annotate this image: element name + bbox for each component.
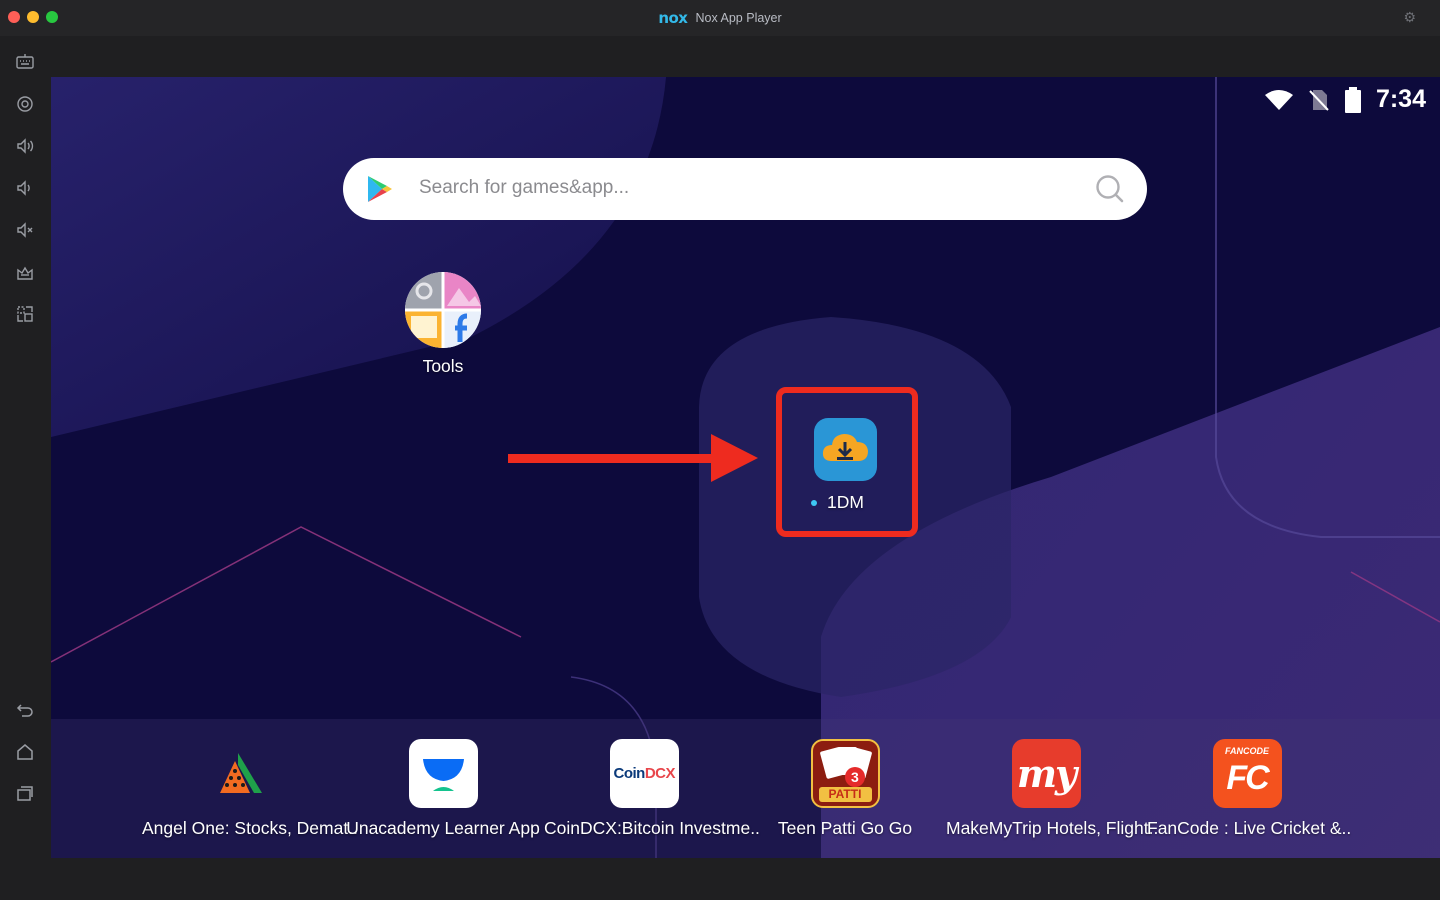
- coindcx-icon: CoinDCX: [609, 739, 679, 808]
- fancode-icon: FANCODE FC: [1212, 739, 1282, 808]
- tools-label: Tools: [422, 356, 464, 376]
- angel-one-icon: [208, 739, 277, 808]
- home-icon[interactable]: [13, 740, 37, 764]
- teen-patti-icon: 3 PATTI: [810, 739, 880, 808]
- dock-app-coindcx[interactable]: CoinDCX CoinDCX:Bitcoin Investme..: [544, 739, 760, 839]
- dock-app-label: Teen Patti Go Go: [777, 818, 913, 838]
- search-placeholder: Search for games&app...: [419, 177, 630, 198]
- volume-up-icon[interactable]: [13, 134, 37, 158]
- dock-app-label: Angel One: Stocks, Demat..: [142, 818, 358, 838]
- nox-logo: nox: [658, 9, 688, 27]
- makemytrip-icon: my: [1011, 739, 1081, 808]
- window-controls: [8, 11, 58, 23]
- unacademy-icon: [408, 739, 478, 808]
- svg-text:3: 3: [851, 769, 859, 785]
- search-bar[interactable]: Search for games&app...: [343, 158, 1147, 220]
- mute-icon[interactable]: [13, 218, 37, 242]
- location-icon[interactable]: [13, 92, 37, 116]
- back-icon[interactable]: [13, 698, 37, 722]
- dock-app-angel-one[interactable]: Angel One: Stocks, Demat..: [142, 739, 358, 839]
- dock-app-label: Unacademy Learner App: [346, 818, 540, 838]
- keyboard-icon[interactable]: [13, 50, 37, 74]
- close-window-button[interactable]: [8, 11, 20, 23]
- red-arrow-annotation: [508, 434, 758, 482]
- coindcx-logo-text: Coin: [613, 765, 646, 782]
- window-title-group: nox Nox App Player: [658, 9, 781, 27]
- coindcx-logo-accent: DCX: [644, 765, 676, 782]
- dock-app-label: CoinDCX:Bitcoin Investme..: [544, 818, 760, 838]
- onedm-app-icon[interactable]: [814, 418, 877, 481]
- cloud-download-icon: [822, 434, 868, 461]
- dock-app-label: MakeMyTrip Hotels, Flight..: [946, 818, 1159, 838]
- dock-app-teen-patti[interactable]: 3 PATTI Teen Patti Go Go: [745, 739, 945, 839]
- multi-instance-icon[interactable]: [13, 302, 37, 326]
- side-toolbar: [0, 36, 51, 900]
- fancode-logo-top: FANCODE: [1224, 746, 1269, 756]
- fancode-logo-main: FC: [1226, 759, 1269, 797]
- tools-folder[interactable]: Tools: [403, 272, 483, 377]
- battery-icon: [1344, 86, 1361, 113]
- settings-gear-icon[interactable]: ⚙: [1403, 9, 1416, 26]
- onedm-app-label-group[interactable]: 1DM: [811, 492, 864, 513]
- minimize-window-button[interactable]: [27, 11, 39, 23]
- dock-app-makemytrip[interactable]: my MakeMyTrip Hotels, Flight..: [946, 739, 1159, 839]
- title-bar: nox Nox App Player ⚙: [0, 0, 1440, 36]
- makemytrip-logo-text: my: [1016, 751, 1077, 796]
- search-icon[interactable]: [1095, 174, 1125, 204]
- android-screen: 7:34 Search for games&app... Tools 1DM A…: [51, 77, 1440, 858]
- no-sim-icon: [1309, 89, 1329, 111]
- new-app-dot: [811, 499, 817, 506]
- dock-app-fancode[interactable]: FANCODE FC FanCode : Live Cricket &..: [1147, 739, 1352, 839]
- onedm-app-label: 1DM: [827, 492, 864, 512]
- volume-down-icon[interactable]: [13, 176, 37, 200]
- google-play-icon: [368, 176, 392, 202]
- dock-app-unacademy[interactable]: Unacademy Learner App: [343, 739, 543, 839]
- tools-folder-icon: [405, 272, 481, 348]
- screenshot-icon[interactable]: [13, 260, 37, 284]
- wifi-icon: [1264, 89, 1293, 110]
- status-bar: 7:34: [1264, 85, 1426, 114]
- dock-app-label: FanCode : Live Cricket &..: [1147, 818, 1352, 838]
- maximize-window-button[interactable]: [46, 11, 58, 23]
- window-title: Nox App Player: [695, 11, 782, 25]
- teen-patti-logo-text: PATTI: [828, 787, 862, 801]
- status-clock: 7:34: [1375, 85, 1426, 113]
- recent-apps-icon[interactable]: [13, 782, 37, 806]
- app-dock: Angel One: Stocks, Demat.. Unacademy Lea…: [51, 719, 1440, 858]
